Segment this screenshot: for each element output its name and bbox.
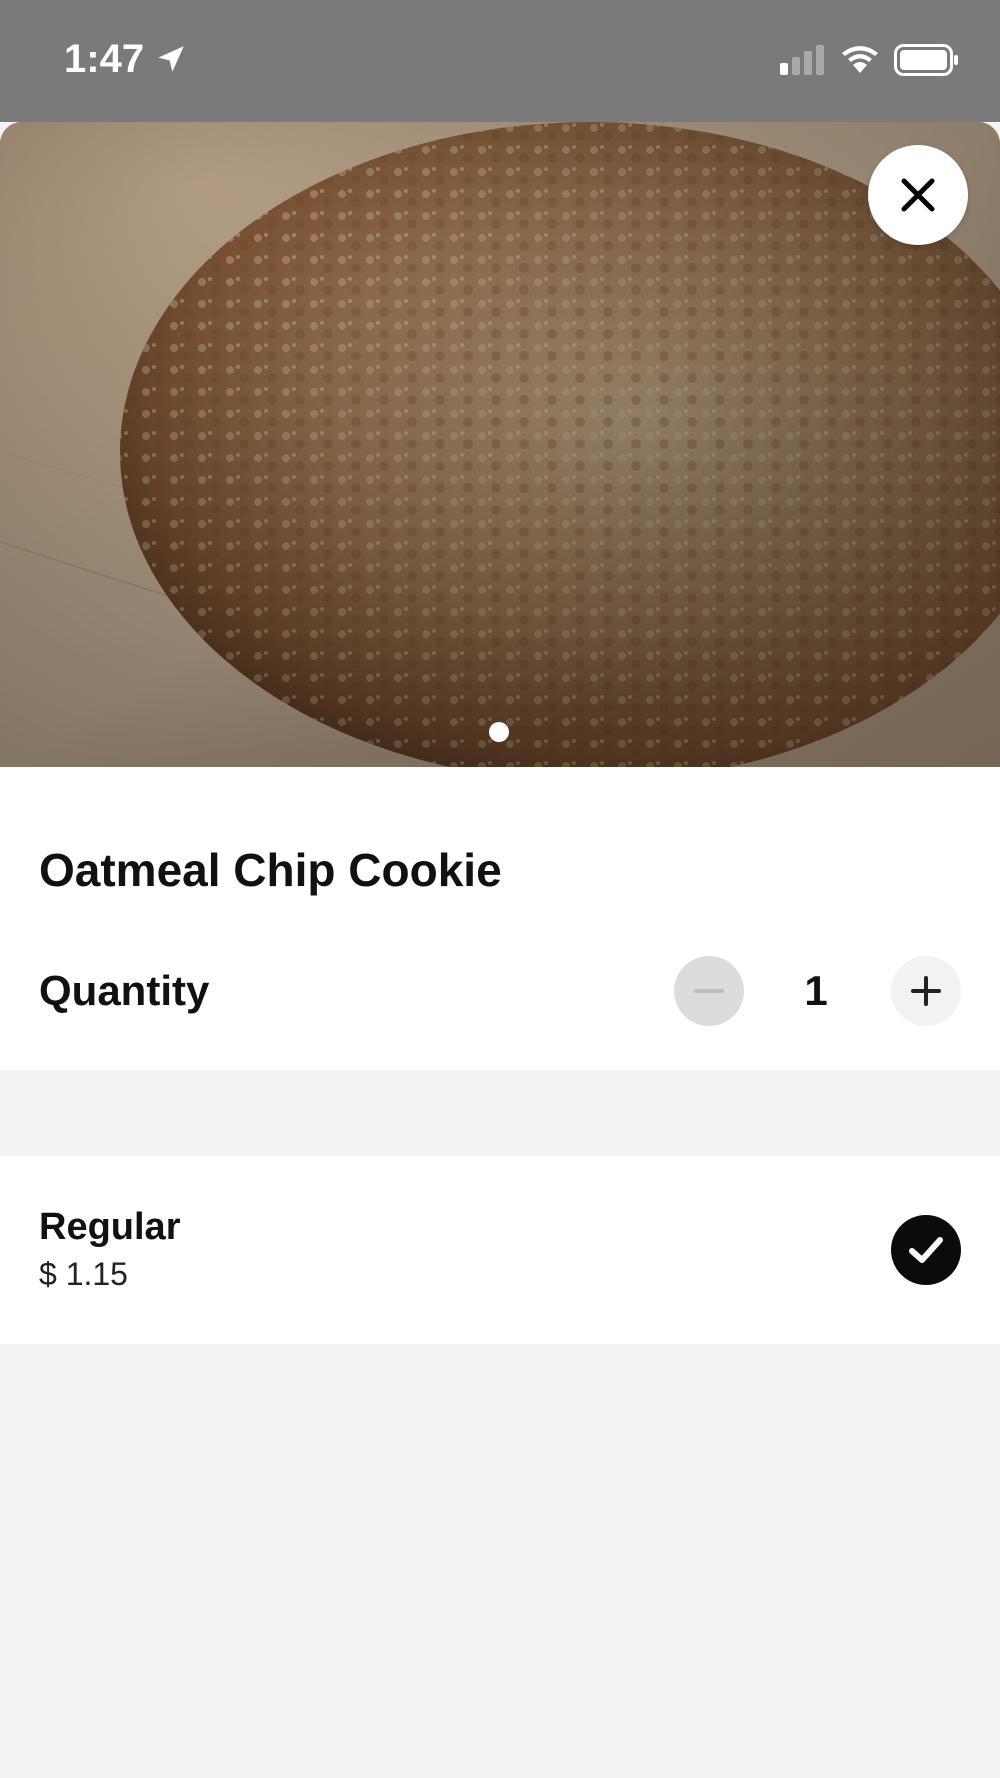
- product-info-panel: [0, 767, 1000, 1070]
- page-indicator-dot: [489, 722, 509, 742]
- product-image: [0, 122, 1000, 767]
- quantity-label: Quantity: [39, 967, 210, 1014]
- location-arrow-icon: [158, 46, 184, 72]
- option-name: Regular: [39, 1206, 181, 1248]
- close-button[interactable]: [868, 145, 968, 245]
- status-bar: 1:47: [0, 0, 1000, 122]
- status-indicators: [780, 40, 960, 80]
- checkmark-icon: [909, 1237, 943, 1263]
- close-icon: [901, 178, 935, 212]
- battery-icon: [894, 44, 958, 76]
- plus-icon: [911, 976, 941, 1006]
- oatmeal-cookie-photo: [0, 122, 1000, 767]
- product-title: Oatmeal Chip Cookie: [39, 844, 502, 896]
- wifi-icon: [842, 46, 878, 73]
- status-time: 1:47: [64, 37, 145, 81]
- option-selected-toggle[interactable]: [891, 1215, 961, 1285]
- quantity-decrement-button[interactable]: [674, 956, 744, 1026]
- quantity-value: 1: [804, 967, 828, 1014]
- minus-icon: [694, 989, 724, 993]
- status-time-group: 1:47: [64, 34, 188, 84]
- cellular-signal-icon: [780, 45, 824, 75]
- option-price: $ 1.15: [39, 1256, 128, 1292]
- quantity-increment-button[interactable]: [891, 956, 961, 1026]
